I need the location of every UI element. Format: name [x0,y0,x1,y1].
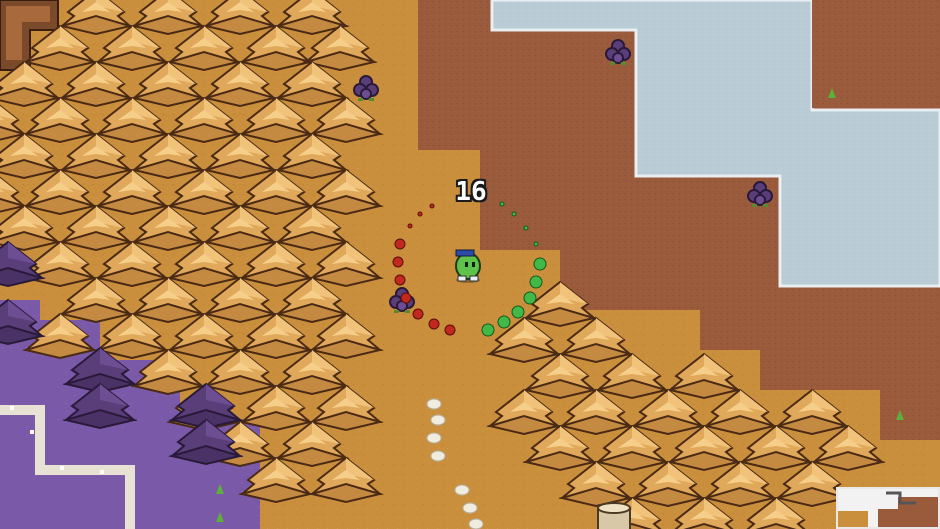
path-stones [426,398,484,529]
green-orbit-particles [481,201,547,337]
grape-enemy-icon[interactable] [353,75,379,102]
red-orbit-particles [392,203,456,336]
entity-layer [216,39,904,529]
damage-number: 16 [455,177,487,207]
grape-enemy-icon[interactable] [747,181,773,208]
minimap-icon[interactable] [836,487,940,529]
grape-enemy-icon[interactable] [605,39,631,66]
player-slime-icon[interactable] [455,249,481,283]
game-viewport[interactable]: 16 [0,0,940,529]
tree-stump-icon [597,502,631,529]
grass-sprouts [216,88,904,522]
